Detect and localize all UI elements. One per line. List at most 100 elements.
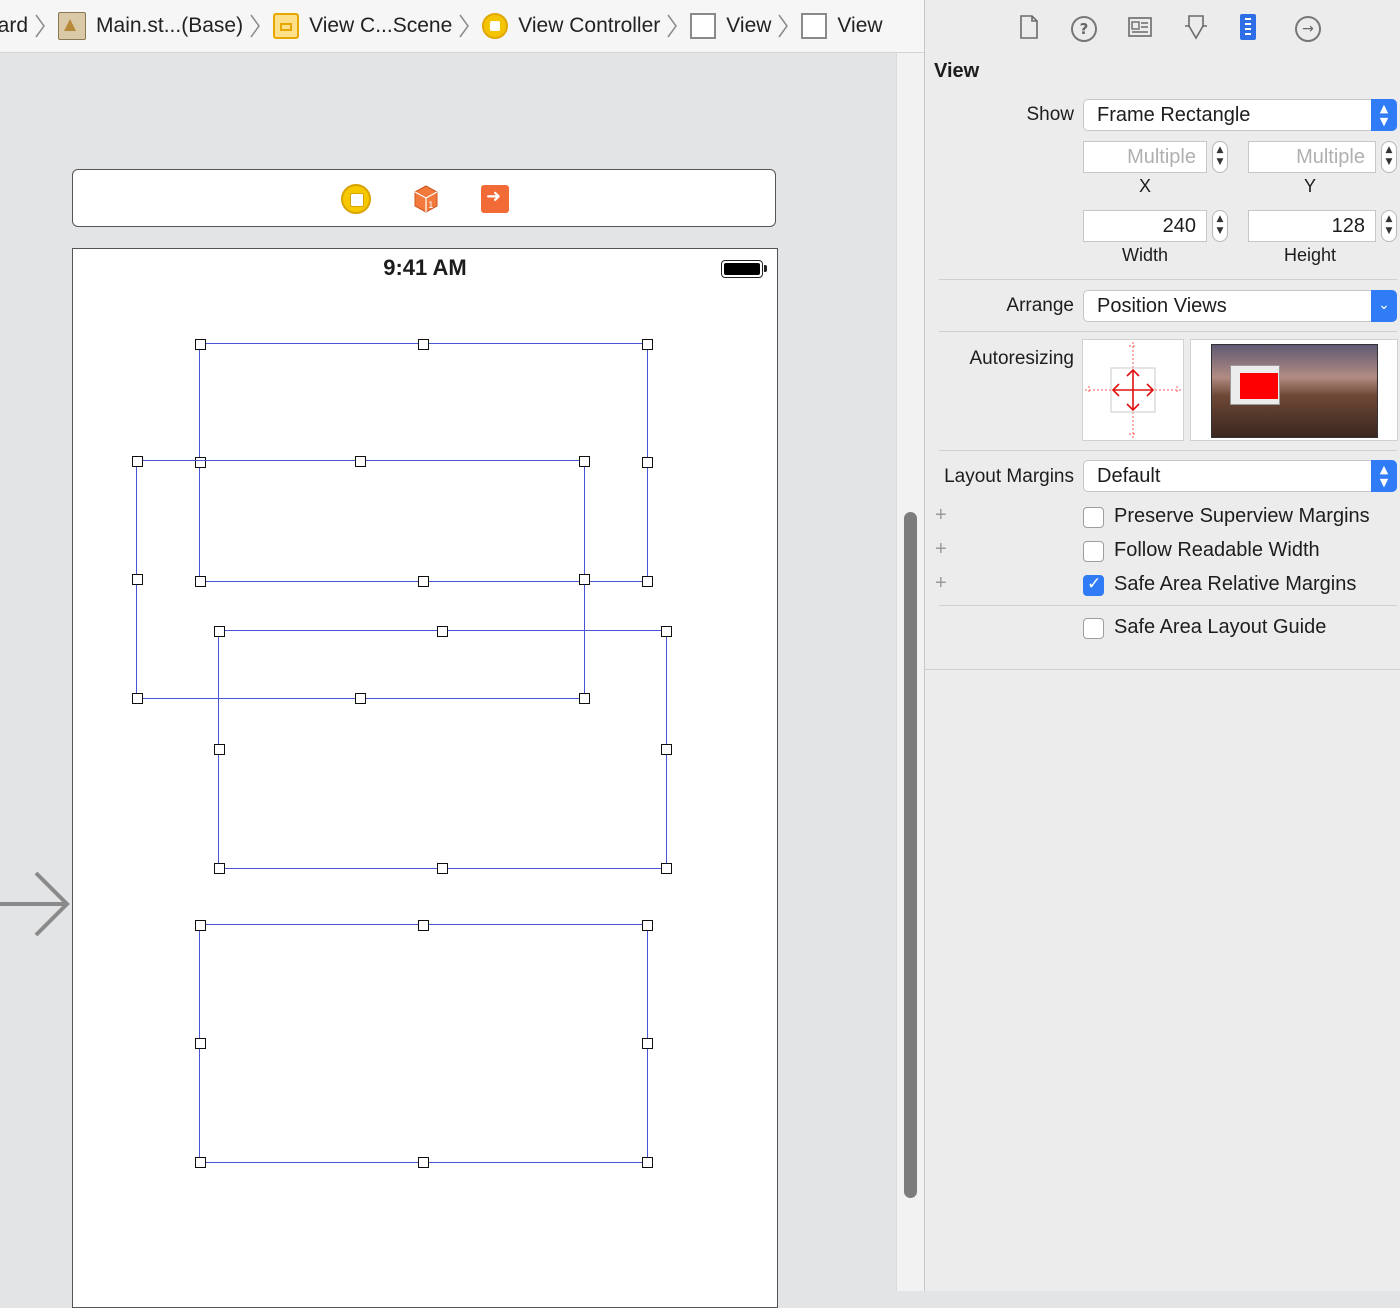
size-inspector-icon[interactable] [1240,14,1256,40]
resize-handle[interactable] [641,457,653,468]
resize-handle[interactable] [641,919,653,931]
follow-readable-width-checkbox[interactable] [1083,541,1104,562]
resize-handle[interactable] [213,862,225,874]
x-field[interactable]: Multiple [1083,141,1207,173]
breadcrumb-item-view-controller[interactable]: View Controller [482,11,690,41]
identity-inspector-icon[interactable] [1127,14,1153,40]
scene-dock: 1 [72,169,776,227]
chevron-down-icon: ⌄ [1371,290,1397,322]
divider [939,450,1397,451]
plus-icon[interactable]: + [935,538,947,561]
width-field[interactable]: 240 [1083,210,1207,242]
plus-icon[interactable]: + [935,504,947,527]
attributes-inspector-icon[interactable] [1183,14,1209,40]
show-popup-value: Frame Rectangle [1097,104,1251,126]
resize-handle[interactable] [641,338,653,350]
chevron-up-down-icon: ▲ ▼ [1371,99,1397,131]
x-label: X [1138,176,1151,196]
chevron-right-icon [459,14,470,38]
storyboard-file-icon [58,12,87,40]
breadcrumb-item-view-selected[interactable]: View [801,13,883,39]
selected-view-3[interactable] [213,625,672,874]
jump-bar: oard Main.st...(Base) View C...Scene Vie… [0,0,924,53]
resize-handle[interactable] [660,744,672,755]
resize-handle[interactable] [131,455,143,467]
autoresizing-mask-editor[interactable] [1082,339,1184,441]
layout-margins-popup[interactable]: Default ▲ ▼ [1083,460,1397,492]
divider [939,279,1397,280]
preserve-superview-margins-checkbox[interactable] [1083,507,1104,528]
plus-icon[interactable]: + [935,572,947,595]
height-field[interactable]: 128 [1248,210,1376,242]
y-stepper[interactable]: ▲ ▼ [1381,141,1397,173]
canvas-scrollbar[interactable] [896,53,924,1291]
resize-handle[interactable] [578,455,590,467]
resize-handle[interactable] [131,574,143,585]
resize-handle[interactable] [437,862,448,874]
chevron-right-icon [667,14,678,38]
breadcrumb-item-main-storyboard[interactable]: Main.st...(Base) [58,11,273,41]
show-label: Show [1026,104,1074,125]
resize-handle[interactable] [194,338,206,350]
breadcrumb-item-view[interactable]: View [690,11,801,41]
y-field[interactable]: Multiple [1248,141,1376,173]
resize-handle[interactable] [194,919,206,931]
resize-handle[interactable] [194,1156,206,1168]
safe-area-relative-margins-checkbox[interactable] [1083,574,1104,596]
selected-view-4[interactable] [194,919,653,1168]
view-controller-icon[interactable] [341,184,371,214]
entry-point-arrow-icon[interactable] [0,869,72,939]
resize-handle[interactable] [660,862,672,874]
resize-handle[interactable] [418,919,429,931]
resize-handle[interactable] [213,744,225,755]
breadcrumb-label: oard [0,14,29,37]
autoresizing-springs-struts-icon [1085,342,1181,438]
resize-handle[interactable] [418,338,429,350]
x-stepper[interactable]: ▲ ▼ [1212,141,1228,173]
resize-handle[interactable] [660,625,672,637]
width-stepper[interactable]: ▲ ▼ [1212,210,1228,242]
resize-handle[interactable] [194,1038,206,1049]
connections-inspector-icon[interactable]: → [1295,16,1321,42]
resize-handle[interactable] [641,1156,653,1168]
show-popup[interactable]: Frame Rectangle ▲ ▼ [1083,99,1397,131]
arrange-popup[interactable]: Position Views ⌄ [1083,290,1397,322]
preserve-superview-margins-label: Preserve Superview Margins [1114,505,1370,527]
preview-view-rect [1240,373,1278,399]
view-icon [690,13,717,39]
resize-handle[interactable] [418,1156,429,1168]
chevron-right-icon [250,14,261,38]
resize-handle[interactable] [213,625,225,637]
resize-handle[interactable] [578,574,590,585]
resize-handle[interactable] [131,692,143,704]
breadcrumb-label: View [837,14,883,37]
storyboard-canvas[interactable]: 1 9:41 AM [0,53,896,1308]
arrange-label: Arrange [1006,295,1074,316]
scene-icon [273,13,300,39]
resize-handle[interactable] [355,455,366,467]
svg-text:1: 1 [428,201,434,211]
exit-icon[interactable] [481,185,509,213]
height-stepper[interactable]: ▲ ▼ [1381,210,1397,242]
resize-handle[interactable] [641,575,653,587]
scrollbar-thumb[interactable] [904,512,917,1198]
chevron-up-down-icon: ▲ ▼ [1371,460,1397,492]
resize-handle[interactable] [437,625,448,637]
safe-area-relative-margins-label: Safe Area Relative Margins [1114,573,1357,595]
safe-area-layout-guide-label: Safe Area Layout Guide [1114,616,1327,638]
device-frame: 9:41 AM [72,248,778,1308]
divider [939,331,1397,332]
breadcrumb-item-storyboard[interactable]: oard [0,11,58,41]
section-title: View [934,60,980,82]
view-icon [801,13,828,39]
status-bar-time: 9:41 AM [383,255,467,280]
height-label: Height [1283,245,1337,265]
resize-handle[interactable] [641,1038,653,1049]
layout-margins-popup-value: Default [1097,465,1161,487]
safe-area-layout-guide-checkbox[interactable] [1083,618,1104,639]
breadcrumb-item-scene[interactable]: View C...Scene [273,11,482,41]
first-responder-icon[interactable]: 1 [411,184,441,214]
file-inspector-icon[interactable] [1016,14,1042,40]
divider [925,669,1400,670]
quick-help-icon[interactable]: ? [1071,16,1097,42]
